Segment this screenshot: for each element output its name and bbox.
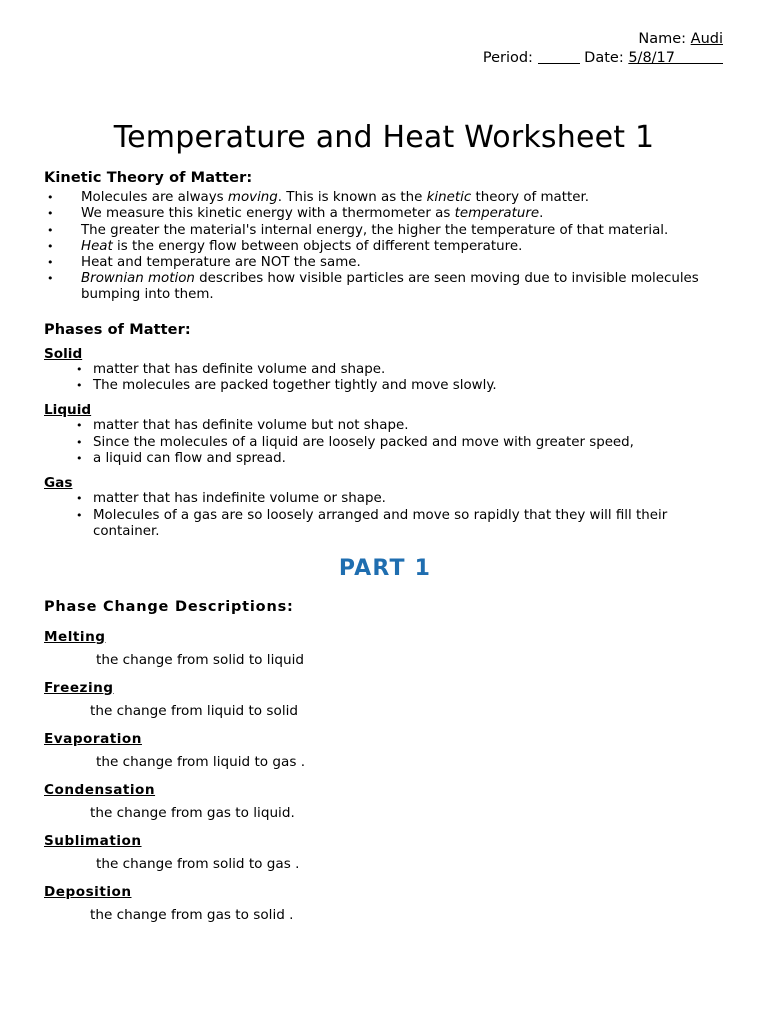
phase-term-liquid: Liquid [44,402,92,419]
phase-change-entry: Deposition the change from gas to solid … [44,881,726,923]
phase-change-answer-condensation[interactable]: the change from gas to liquid. [44,805,726,821]
list-item: Since the molecules of a liquid are loos… [44,435,726,451]
date-value[interactable]: 5/8/17 [628,50,675,66]
list-item: The greater the material's internal ener… [44,223,726,239]
list-item: a liquid can flow and spread. [44,451,726,467]
name-label: Name: [638,31,687,47]
page-title: Temperature and Heat Worksheet 1 [113,120,655,156]
list-item: The molecules are packed together tightl… [44,378,726,394]
phase-group-liquid: Liquid matter that has definite volume b… [44,399,726,467]
phase-change-entry: Evaporation the change from liquid to ga… [44,728,726,770]
date-blank[interactable] [675,50,723,64]
phase-change-answer-deposition[interactable]: the change from gas to solid . [44,907,726,923]
bullet-text: is the energy flow between objects of di… [112,238,523,254]
bullet-emphasis: Heat [81,238,113,254]
phase-change-term-deposition: Deposition [44,883,132,900]
list-item: Molecules of a gas are so loosely arrang… [44,508,726,540]
bullet-text: The greater the material's internal ener… [81,222,669,238]
bullet-emphasis: Brownian motion [81,271,195,287]
bullet-text: We measure this kinetic energy with a th… [81,206,455,222]
period-blank[interactable] [537,50,580,64]
list-item: matter that has definite volume but not … [44,418,726,434]
kinetic-theory-heading: Kinetic Theory of Matter: [44,170,253,186]
list-item: Molecules are always moving. This is kno… [44,190,726,206]
phases-of-matter-heading: Phases of Matter: [44,321,191,338]
phase-change-answer-evaporation[interactable]: the change from liquid to gas . [44,754,726,770]
phase-liquid-list: matter that has definite volume but not … [44,418,726,467]
bullet-text: . This is known as the [277,190,427,205]
phase-change-term-sublimation: Sublimation [44,832,142,849]
list-item: matter that has indefinite volume or sha… [44,491,726,507]
part-1-heading: PART 1 [338,555,432,581]
kinetic-theory-list: Molecules are always moving. This is kno… [44,190,726,303]
bullet-emphasis: temperature [454,206,540,222]
bullet-emphasis: kinetic [426,190,472,205]
worksheet-page: Name: Audi Period: Date: 5/8/17 Temperat… [0,0,768,1024]
bullet-text: Heat and temperature are NOT the same. [81,255,361,271]
bullet-emphasis: moving [227,190,278,205]
phase-change-term-evaporation: Evaporation [44,730,142,747]
part-heading-wrapper: PART 1 [44,556,726,581]
period-label: Period: [482,50,533,66]
phase-group-gas: Gas matter that has indefinite volume or… [44,472,726,540]
bullet-text: Molecules are always [81,190,228,205]
worksheet-body: Kinetic Theory of Matter: Molecules are … [44,170,726,932]
phase-term-solid: Solid [44,345,83,362]
phase-change-answer-sublimation[interactable]: the change from solid to gas . [44,856,726,872]
list-item: matter that has definite volume and shap… [44,362,726,378]
student-info-header: Name: Audi Period: Date: 5/8/17 [483,30,723,68]
list-item: Brownian motion describes how visible pa… [44,271,726,303]
phase-change-entry: Melting the change from solid to liquid [44,626,726,668]
phase-change-answer-melting[interactable]: the change from solid to liquid [44,652,726,668]
phase-change-term-melting: Melting [44,628,106,645]
phase-change-answer-freezing[interactable]: the change from liquid to solid [44,703,726,719]
phase-group-solid: Solid matter that has definite volume an… [44,343,726,395]
phase-change-term-condensation: Condensation [44,781,156,798]
name-value[interactable]: Audi [691,31,723,47]
bullet-text: theory of matter. [471,190,590,205]
phase-change-descriptions-heading: Phase Change Descriptions: [44,598,294,615]
phase-gas-list: matter that has indefinite volume or sha… [44,491,726,540]
period-date-line: Period: Date: 5/8/17 [483,49,723,68]
name-line: Name: Audi [483,30,723,49]
list-item: Heat is the energy flow between objects … [44,239,726,255]
phase-change-term-freezing: Freezing [44,679,114,696]
list-item: Heat and temperature are NOT the same. [44,255,726,271]
phase-change-entry: Freezing the change from liquid to solid [44,677,726,719]
phase-change-entry: Sublimation the change from solid to gas… [44,830,726,872]
phase-term-gas: Gas [44,475,73,492]
phase-change-entry: Condensation the change from gas to liqu… [44,779,726,821]
phase-solid-list: matter that has definite volume and shap… [44,362,726,395]
bullet-text: . [539,206,544,222]
date-label: Date: [584,50,624,66]
list-item: We measure this kinetic energy with a th… [44,206,726,222]
